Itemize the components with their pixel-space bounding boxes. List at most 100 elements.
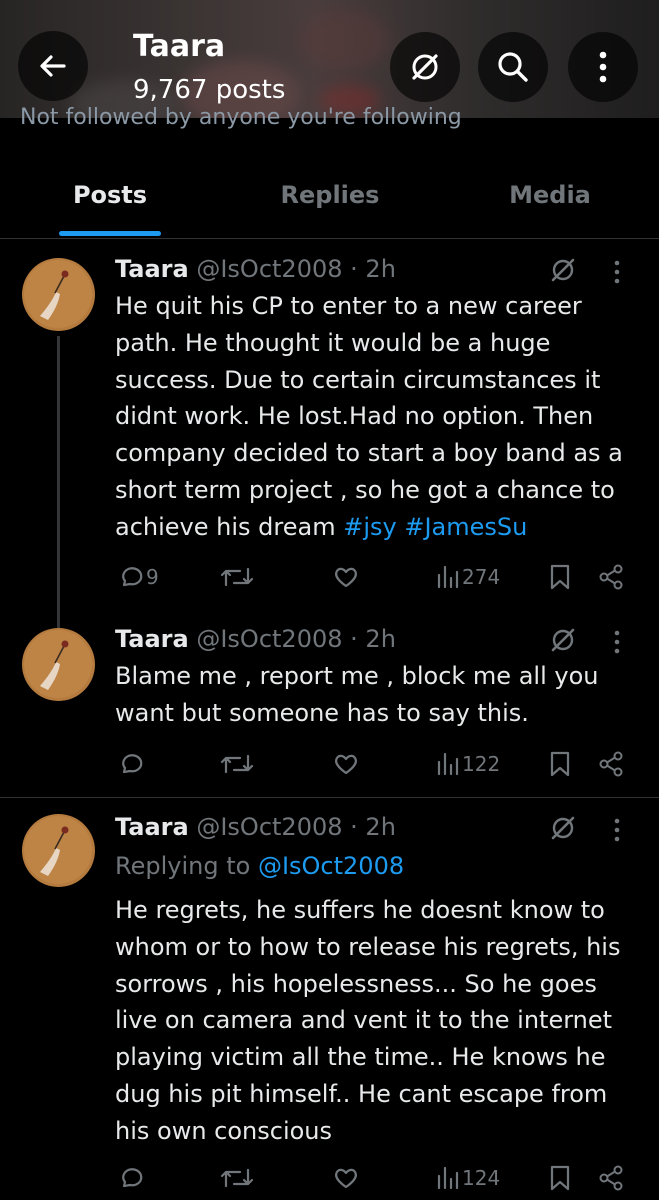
repost-icon (220, 567, 254, 587)
bookmark-icon (550, 751, 570, 777)
repost-icon (220, 1168, 254, 1188)
repost-button[interactable] (220, 563, 256, 591)
bookmark-button[interactable] (548, 1164, 572, 1192)
share-button[interactable] (597, 1164, 625, 1192)
post-more-button[interactable] (612, 629, 622, 659)
avatar[interactable] (22, 628, 95, 701)
search-button[interactable] (478, 32, 548, 102)
grok-icon (551, 628, 575, 652)
grok-icon (551, 258, 575, 282)
author-handle[interactable]: @IsOct2008 (196, 813, 342, 841)
author-name[interactable]: Taara (115, 255, 189, 283)
back-button[interactable] (18, 31, 88, 101)
hashtag-link[interactable]: #JamesSu (404, 513, 527, 541)
views-count: 274 (462, 565, 501, 589)
bookmark-button[interactable] (548, 563, 572, 591)
profile-name: Taara (133, 29, 226, 64)
thread-line (57, 336, 60, 628)
post-time[interactable]: 2h (365, 625, 395, 653)
post-header: Taara @IsOct2008 · 2h (115, 624, 396, 654)
post-3[interactable]: Taara @IsOct2008 · 2h Replying to @IsOct… (0, 798, 659, 1200)
share-button[interactable] (597, 750, 625, 778)
back-arrow-icon (40, 55, 66, 77)
repost-icon (220, 754, 254, 774)
followers-you-know-note: Not followed by anyone you're following (20, 105, 462, 130)
bookmark-icon (550, 564, 570, 590)
tab-media-label: Media (509, 181, 591, 209)
active-tab-indicator (59, 231, 161, 236)
mention-link[interactable]: @IsOct2008 (258, 852, 404, 880)
views-button[interactable]: 274 (436, 563, 500, 591)
tab-posts[interactable]: Posts (0, 162, 220, 238)
more-vertical-icon (614, 260, 620, 284)
author-name[interactable]: Taara (115, 813, 189, 841)
separator-dot: · (350, 255, 358, 283)
grok-explain-button[interactable] (548, 255, 578, 289)
author-handle[interactable]: @IsOct2008 (196, 255, 342, 283)
author-name[interactable]: Taara (115, 625, 189, 653)
heart-icon (335, 567, 357, 588)
avatar-image (22, 628, 95, 701)
avatar[interactable] (22, 258, 95, 331)
views-button[interactable]: 124 (436, 1164, 500, 1192)
share-icon (599, 1165, 623, 1191)
more-options-button[interactable] (568, 32, 638, 102)
post-time[interactable]: 2h (365, 813, 395, 841)
bookmark-button[interactable] (548, 750, 572, 778)
post-2[interactable]: Taara @IsOct2008 · 2h Blame me , report … (0, 600, 659, 796)
hashtag-link[interactable]: #jsy (343, 513, 396, 541)
profile-tabs: Posts Replies Media (0, 162, 659, 239)
share-icon (599, 564, 623, 590)
reply-icon (122, 754, 143, 774)
reply-button[interactable] (116, 1164, 146, 1192)
repost-button[interactable] (220, 750, 256, 778)
views-chart-icon (437, 1166, 459, 1190)
profile-screen: Taara 9,767 posts Not followed by anyone… (0, 0, 659, 1200)
tab-posts-label: Posts (72, 181, 148, 209)
share-button[interactable] (597, 563, 625, 591)
views-button[interactable]: 122 (436, 750, 500, 778)
post-time[interactable]: 2h (365, 255, 395, 283)
grok-icon (412, 54, 438, 80)
author-handle[interactable]: @IsOct2008 (196, 625, 342, 653)
replying-to-prefix: Replying to (115, 852, 251, 880)
like-button[interactable] (332, 750, 362, 778)
heart-icon (335, 754, 357, 775)
tab-replies[interactable]: Replies (220, 162, 440, 238)
reply-button[interactable] (116, 750, 146, 778)
more-vertical-icon (614, 818, 620, 842)
heart-icon (335, 1168, 357, 1189)
grok-button[interactable] (390, 32, 460, 102)
more-vertical-icon (599, 51, 607, 83)
repost-button[interactable] (220, 1164, 256, 1192)
grok-explain-button[interactable] (548, 625, 578, 659)
avatar-image (22, 814, 95, 887)
post-more-button[interactable] (612, 259, 622, 289)
share-icon (599, 751, 623, 777)
reply-icon (122, 1168, 143, 1188)
post-count: 9,767 posts (133, 75, 286, 105)
avatar-image (22, 258, 95, 331)
tab-media[interactable]: Media (440, 162, 659, 238)
tab-replies-label: Replies (280, 181, 380, 209)
post-header: Taara @IsOct2008 · 2h (115, 812, 396, 842)
separator-dot: · (350, 813, 358, 841)
bookmark-icon (550, 1165, 570, 1191)
reply-icon (122, 567, 143, 587)
post-text: He quit his CP to enter to a new career … (115, 288, 635, 546)
avatar[interactable] (22, 814, 95, 887)
grok-explain-button[interactable] (548, 813, 578, 847)
replying-to-line: Replying to @IsOct2008 (115, 850, 404, 882)
search-icon (498, 52, 528, 82)
profile-header-banner (0, 0, 659, 118)
separator-dot: · (350, 625, 358, 653)
like-button[interactable] (332, 563, 362, 591)
post-text: Blame me , report me , block me all you … (115, 662, 599, 727)
post-1[interactable]: Taara @IsOct2008 · 2h He quit his CP to … (0, 238, 659, 628)
like-button[interactable] (332, 1164, 362, 1192)
views-count: 124 (462, 1166, 501, 1190)
post-body: He quit his CP to enter to a new career … (115, 292, 623, 541)
reply-button[interactable]: 9 (116, 563, 159, 591)
post-more-button[interactable] (612, 817, 622, 847)
grok-icon (551, 816, 575, 840)
